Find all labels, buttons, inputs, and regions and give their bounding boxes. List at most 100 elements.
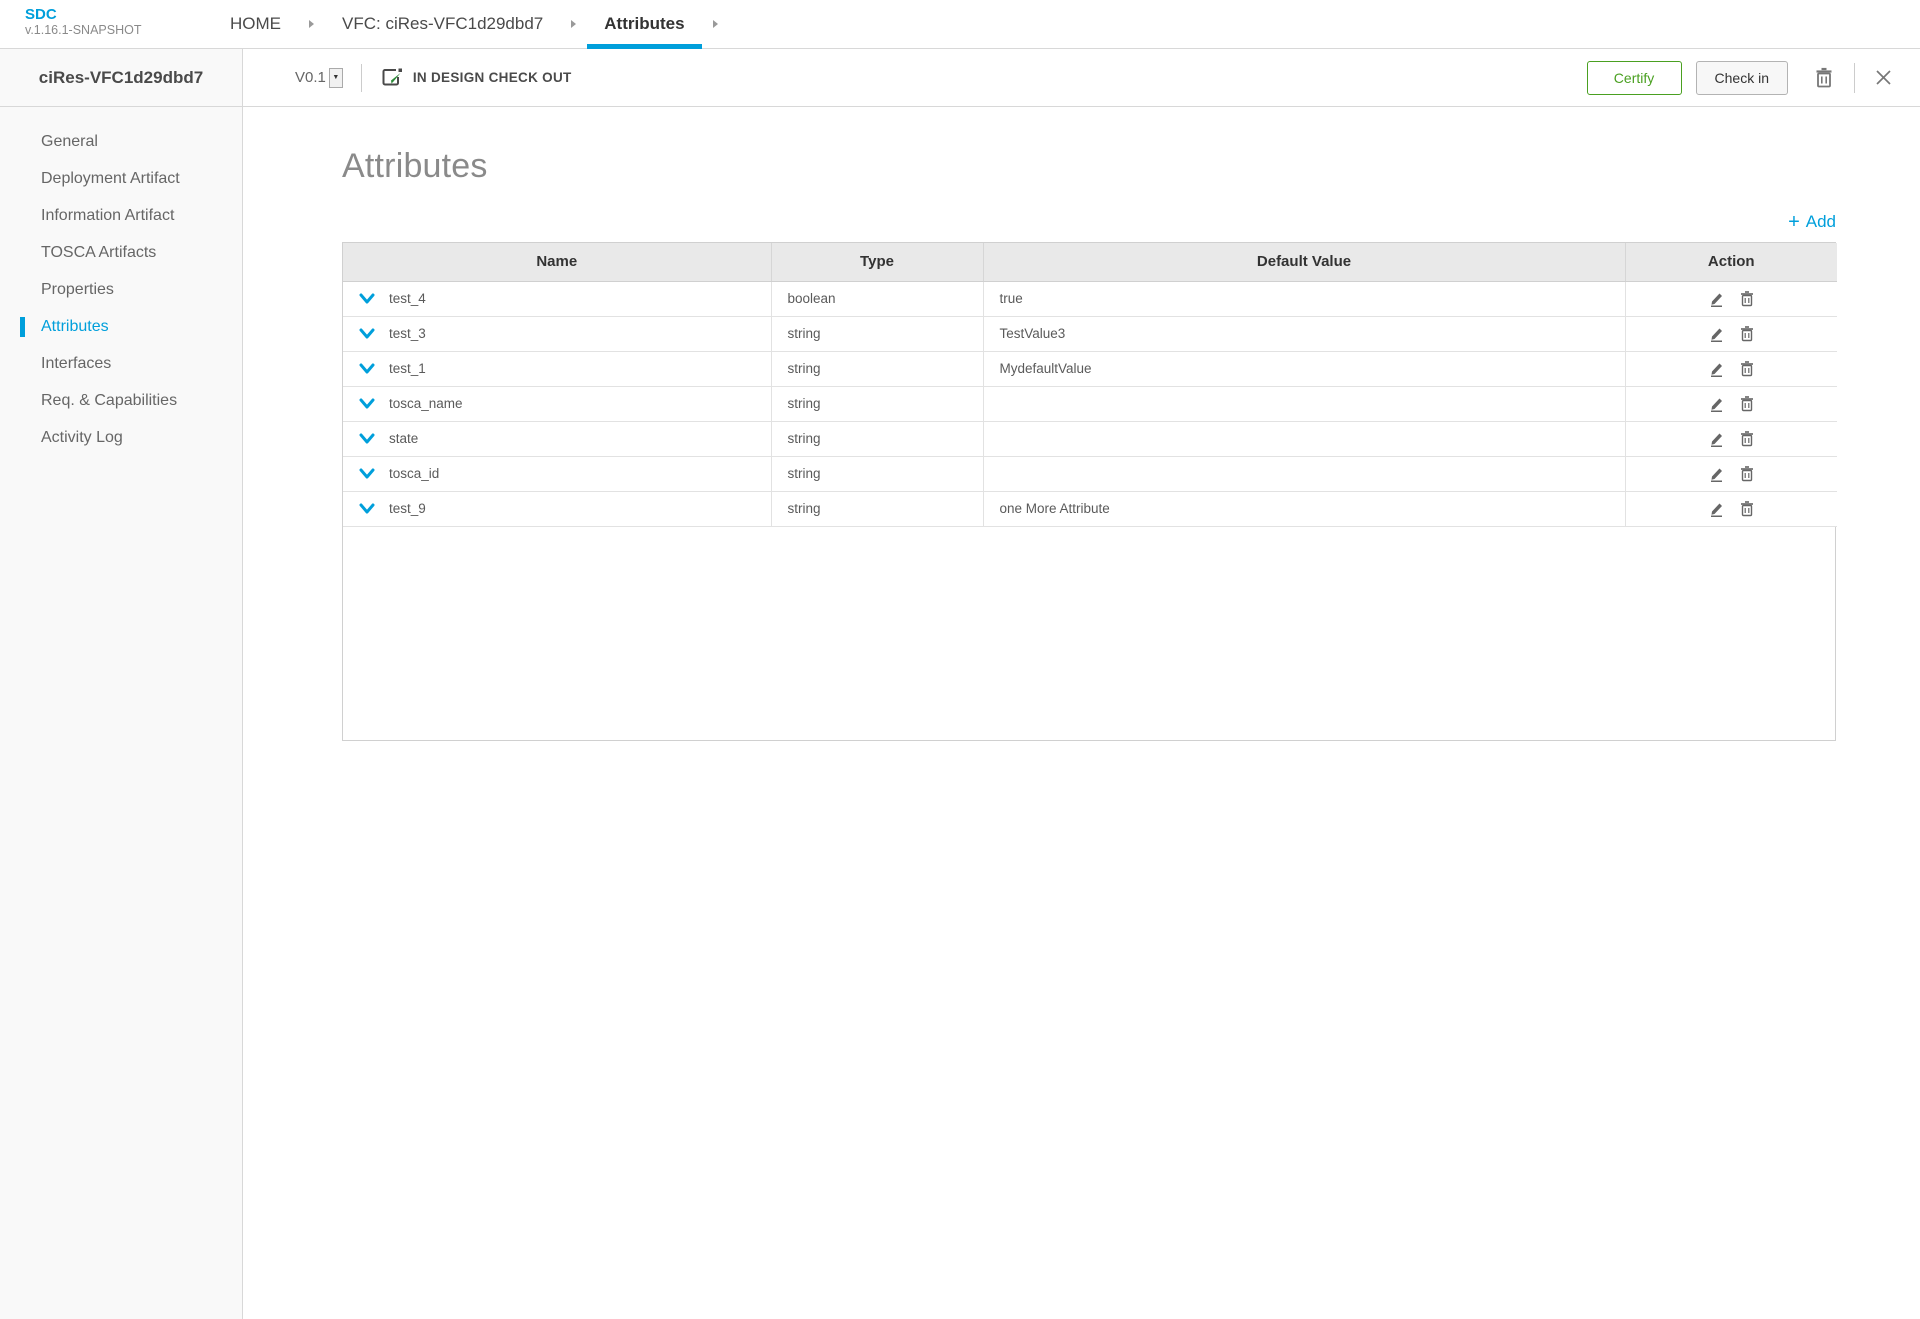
attribute-type: string: [787, 361, 821, 376]
version-selector[interactable]: V0.1 ▼: [295, 67, 343, 88]
pencil-icon: [1710, 363, 1722, 377]
column-header-action: Action: [1625, 243, 1837, 282]
pencil-icon: [1710, 468, 1722, 482]
lifecycle-status-text: IN DESIGN CHECK OUT: [412, 70, 572, 85]
add-attribute-button[interactable]: + Add: [1788, 212, 1836, 232]
attribute-default-value: MydefaultValue: [999, 361, 1092, 376]
expand-row-button[interactable]: [359, 398, 375, 410]
close-button[interactable]: [1871, 65, 1896, 90]
sidebar-item-label: Information Artifact: [41, 206, 175, 224]
delete-attribute-button[interactable]: [1738, 499, 1756, 519]
version-dropdown-icon[interactable]: ▼: [328, 67, 343, 88]
sidebar-nav: General Deployment Artifact Information …: [0, 107, 242, 456]
pencil-icon: [1710, 503, 1722, 517]
toolbar-divider: [360, 63, 362, 92]
sidebar-item[interactable]: Interfaces: [0, 345, 242, 382]
attribute-name: tosca_name: [389, 396, 463, 411]
checkin-button[interactable]: Check in: [1695, 60, 1788, 95]
component-title: ciRes-VFC1d29dbd7: [0, 49, 242, 107]
trash-icon: [1740, 290, 1753, 306]
breadcrumb-item: HOME: [213, 0, 325, 48]
edit-attribute-button[interactable]: [1707, 429, 1726, 449]
breadcrumb-item: VFC: ciRes-VFC1d29dbd7: [325, 0, 587, 48]
breadcrumb-label: Attributes: [604, 14, 685, 33]
attribute-type: string: [787, 431, 821, 446]
add-label: Add: [1805, 212, 1836, 231]
attribute-name: state: [389, 431, 419, 446]
attributes-table-container: Name Type Default Value Action test_4 bo…: [342, 242, 1837, 741]
breadcrumb-arrow-icon: [298, 0, 325, 48]
delete-attribute-button[interactable]: [1738, 324, 1756, 344]
breadcrumb-tab[interactable]: HOME: [213, 0, 298, 48]
expand-row-button[interactable]: [359, 433, 375, 445]
attribute-default-value: one More Attribute: [999, 501, 1110, 516]
trash-icon: [1740, 465, 1753, 481]
breadcrumb-tab[interactable]: Attributes: [587, 0, 702, 49]
attribute-name: test_9: [389, 501, 426, 516]
delete-attribute-button[interactable]: [1738, 429, 1756, 449]
main-panel: V0.1 ▼ IN DESIGN CHECK OUT Certify Check…: [243, 49, 1920, 1319]
column-header-name: Name: [343, 243, 772, 282]
chevron-down-icon: [359, 398, 375, 408]
breadcrumb-item: Attributes: [587, 0, 728, 49]
attribute-name: test_3: [389, 326, 426, 341]
sidebar-item[interactable]: TOSCA Artifacts: [0, 234, 242, 271]
checkout-icon: [380, 67, 404, 89]
sidebar-item[interactable]: Information Artifact: [0, 197, 242, 234]
table-row: test_3 string TestValue3: [343, 316, 1837, 352]
chevron-down-icon: [359, 433, 375, 443]
sidebar-item[interactable]: General: [0, 123, 242, 160]
plus-icon: +: [1788, 211, 1800, 233]
expand-row-button[interactable]: [359, 363, 375, 375]
sidebar-item-label: General: [41, 132, 98, 150]
edit-attribute-button[interactable]: [1707, 289, 1726, 309]
toolbar-divider: [1854, 62, 1855, 93]
trash-icon: [1740, 325, 1753, 341]
attribute-name: test_1: [389, 361, 426, 376]
sidebar-item[interactable]: Attributes: [0, 308, 242, 345]
trash-icon: [1816, 67, 1832, 87]
edit-attribute-button[interactable]: [1707, 464, 1726, 484]
attribute-type: string: [787, 466, 821, 481]
breadcrumb-label: VFC: ciRes-VFC1d29dbd7: [342, 14, 544, 33]
table-row: test_1 string MydefaultValue: [343, 351, 1837, 387]
expand-row-button[interactable]: [359, 293, 375, 305]
app-version: v.1.16.1-SNAPSHOT: [25, 23, 142, 38]
sidebar-item-label: Activity Log: [41, 428, 123, 446]
table-row: test_4 boolean true: [343, 281, 1837, 317]
edit-attribute-button[interactable]: [1707, 359, 1726, 379]
chevron-down-icon: [359, 328, 375, 338]
sidebar-item-label: Attributes: [41, 317, 109, 335]
trash-icon: [1740, 360, 1753, 376]
delete-attribute-button[interactable]: [1738, 394, 1756, 414]
page-title: Attributes: [342, 147, 488, 185]
app-logo-text: SDC: [25, 6, 57, 23]
content-area: Attributes + Add Name Type Default Value…: [243, 107, 1920, 1319]
sidebar-item[interactable]: Properties: [0, 271, 242, 308]
edit-attribute-button[interactable]: [1707, 499, 1726, 519]
delete-attribute-button[interactable]: [1738, 289, 1756, 309]
sidebar-item-label: Deployment Artifact: [41, 169, 180, 187]
delete-component-button[interactable]: [1810, 63, 1838, 93]
delete-attribute-button[interactable]: [1738, 464, 1756, 484]
sidebar-item[interactable]: Req. & Capabilities: [0, 382, 242, 419]
expand-row-button[interactable]: [359, 328, 375, 340]
sidebar-item[interactable]: Deployment Artifact: [0, 160, 242, 197]
trash-icon: [1740, 500, 1753, 516]
sidebar-item[interactable]: Activity Log: [0, 419, 242, 456]
attribute-name: test_4: [389, 291, 426, 306]
expand-row-button[interactable]: [359, 468, 375, 480]
attribute-type: string: [787, 396, 821, 411]
delete-attribute-button[interactable]: [1738, 359, 1756, 379]
breadcrumb-tab[interactable]: VFC: ciRes-VFC1d29dbd7: [325, 0, 560, 48]
close-icon: [1876, 70, 1891, 85]
certify-button[interactable]: Certify: [1586, 60, 1682, 95]
pencil-icon: [1710, 293, 1722, 307]
edit-attribute-button[interactable]: [1707, 394, 1726, 414]
main-toolbar: V0.1 ▼ IN DESIGN CHECK OUT Certify Check…: [243, 49, 1920, 107]
edit-attribute-button[interactable]: [1707, 324, 1726, 344]
attribute-type: boolean: [787, 291, 836, 306]
expand-row-button[interactable]: [359, 503, 375, 515]
breadcrumb-arrow-icon: [560, 0, 587, 48]
pencil-icon: [1710, 398, 1722, 412]
